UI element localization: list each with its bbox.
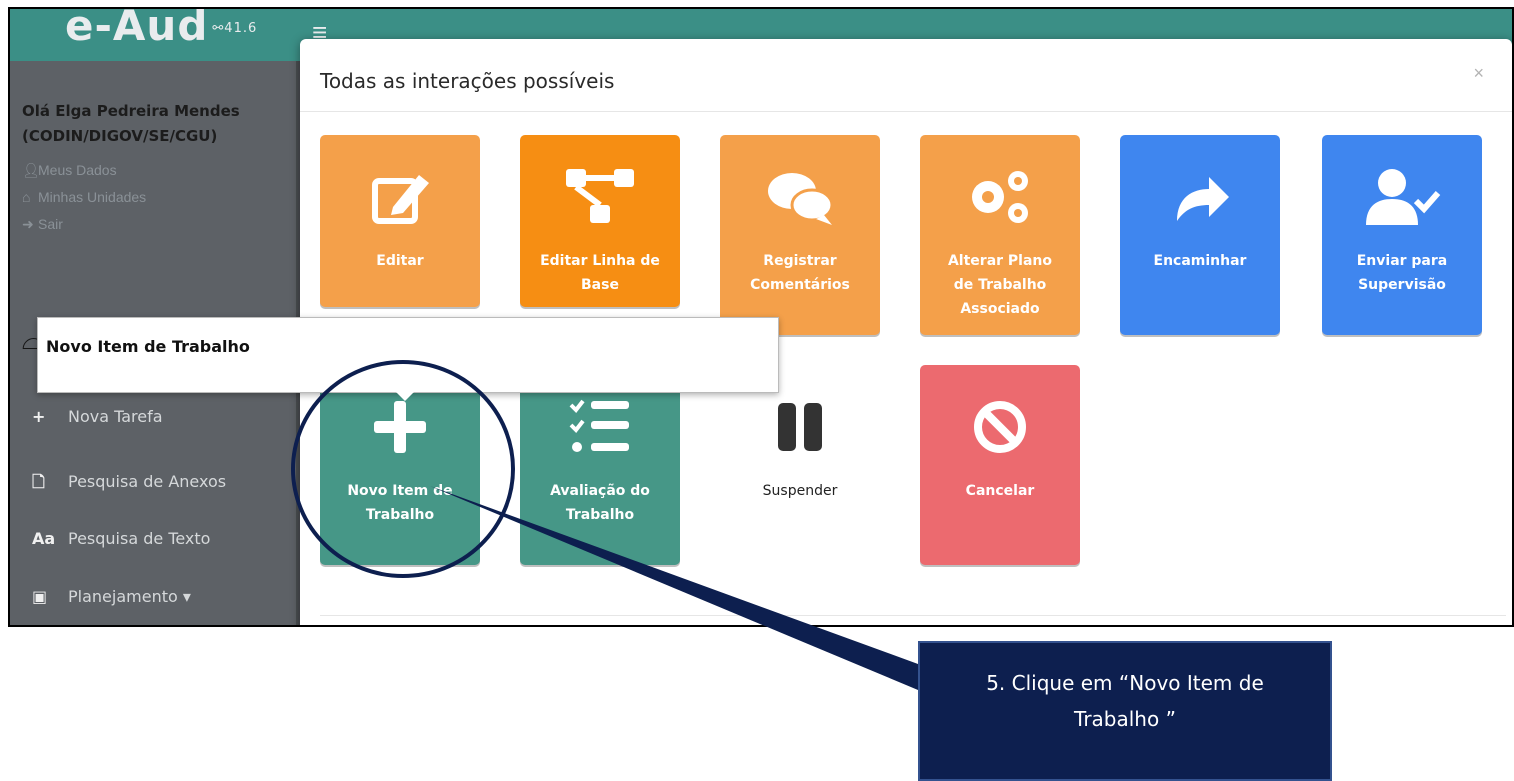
tile-label: Cancelar (965, 483, 1035, 499)
tile-registrar-comentarios[interactable]: Registrar Comentários (720, 135, 880, 335)
user-icon: 👤︎ (22, 162, 40, 178)
app-logo[interactable]: e-Aud ⚯41.6 (65, 9, 257, 50)
greeting-name: Olá Elga Pedreira Mendes (22, 102, 240, 120)
tile-editar[interactable]: Editar (320, 135, 480, 307)
calendar-icon: ▣ (32, 587, 48, 606)
tile-label: Encaminhar (1153, 253, 1247, 269)
callout-line-2: Trabalho ” (1074, 707, 1176, 731)
modal-footer-divider (320, 615, 1506, 616)
share-arrow-icon (1120, 165, 1280, 229)
edit-icon (320, 165, 480, 229)
tile-encaminhar[interactable]: Encaminhar (1120, 135, 1280, 335)
greeting-unit: (CODIN/DIGOV/SE/CGU) (22, 127, 218, 145)
app-screenshot: e-Aud ⚯41.6 ≡ Olá Elga Pedreira Mendes (C… (8, 7, 1514, 627)
tile-enviar-supervisao[interactable]: Enviar para Supervisão (1322, 135, 1482, 335)
chevron-down-icon: ▾ (182, 587, 191, 606)
sidebar-item-nova-tarefa[interactable]: + Nova Tarefa (32, 407, 163, 426)
plus-icon: + (32, 407, 46, 426)
pause-icon (720, 395, 880, 459)
tile-suspender[interactable]: Suspender (720, 365, 880, 565)
callout-line-1: 5. Clique em “Novo Item de (986, 671, 1264, 695)
tooltip-caret (396, 392, 414, 401)
instruction-callout: 5. Clique em “Novo Item de Trabalho ” (918, 641, 1332, 781)
checklist-icon (520, 395, 680, 459)
tile-editar-linha-de-base[interactable]: Editar Linha de Base (520, 135, 680, 307)
text-icon: Aa (32, 529, 56, 548)
tooltip-novo-item: Novo Item de Trabalho (37, 317, 779, 401)
tile-label: Alterar Plano de Trabalho Associado (947, 253, 1053, 317)
link-meus-dados[interactable]: 👤︎Meus Dados (22, 157, 146, 184)
tooltip-text: Novo Item de Trabalho (46, 337, 250, 356)
sitemap-icon (520, 165, 680, 229)
sidebar-item-pesquisa-anexos[interactable]: 🗋︎ Pesquisa de Anexos (32, 471, 226, 498)
sidebar-item-planejamento[interactable]: ▣ Planejamento ▾ (32, 587, 191, 606)
user-greeting: Olá Elga Pedreira Mendes (CODIN/DIGOV/SE… (22, 99, 240, 149)
sign-out-icon: ➜ (22, 216, 34, 232)
tile-label: Editar (376, 253, 424, 269)
tile-label: Novo Item de Trabalho (347, 483, 453, 523)
sidebar-item-pesquisa-texto[interactable]: Aa Pesquisa de Texto (32, 529, 210, 548)
comments-icon (720, 165, 880, 229)
link-sair[interactable]: ➜ Sair (22, 211, 146, 238)
ban-icon (920, 395, 1080, 459)
close-icon[interactable]: × (1473, 63, 1484, 84)
file-icon: 🗋︎ (32, 472, 45, 491)
modal-divider (300, 111, 1512, 112)
gears-icon (920, 165, 1080, 229)
home-icon: ⌂ (22, 189, 31, 205)
user-links: 👤︎Meus Dados ⌂ Minhas Unidades ➜ Sair (22, 157, 146, 238)
tile-alterar-plano[interactable]: Alterar Plano de Trabalho Associado (920, 135, 1080, 335)
tile-cancelar[interactable]: Cancelar (920, 365, 1080, 565)
tile-label: Registrar Comentários (750, 253, 850, 293)
tile-label: Editar Linha de Base (540, 253, 660, 293)
tile-label: Avaliação do Trabalho (550, 483, 650, 523)
tile-label: Enviar para Supervisão (1356, 253, 1448, 293)
plus-icon (320, 395, 480, 459)
modal-title: Todas as interações possíveis (320, 69, 615, 93)
link-minhas-unidades[interactable]: ⌂ Minhas Unidades (22, 184, 146, 211)
user-check-icon (1322, 165, 1482, 229)
tile-avaliacao-do-trabalho[interactable]: Avaliação do Trabalho (520, 365, 680, 565)
tile-label: Suspender (762, 483, 838, 499)
